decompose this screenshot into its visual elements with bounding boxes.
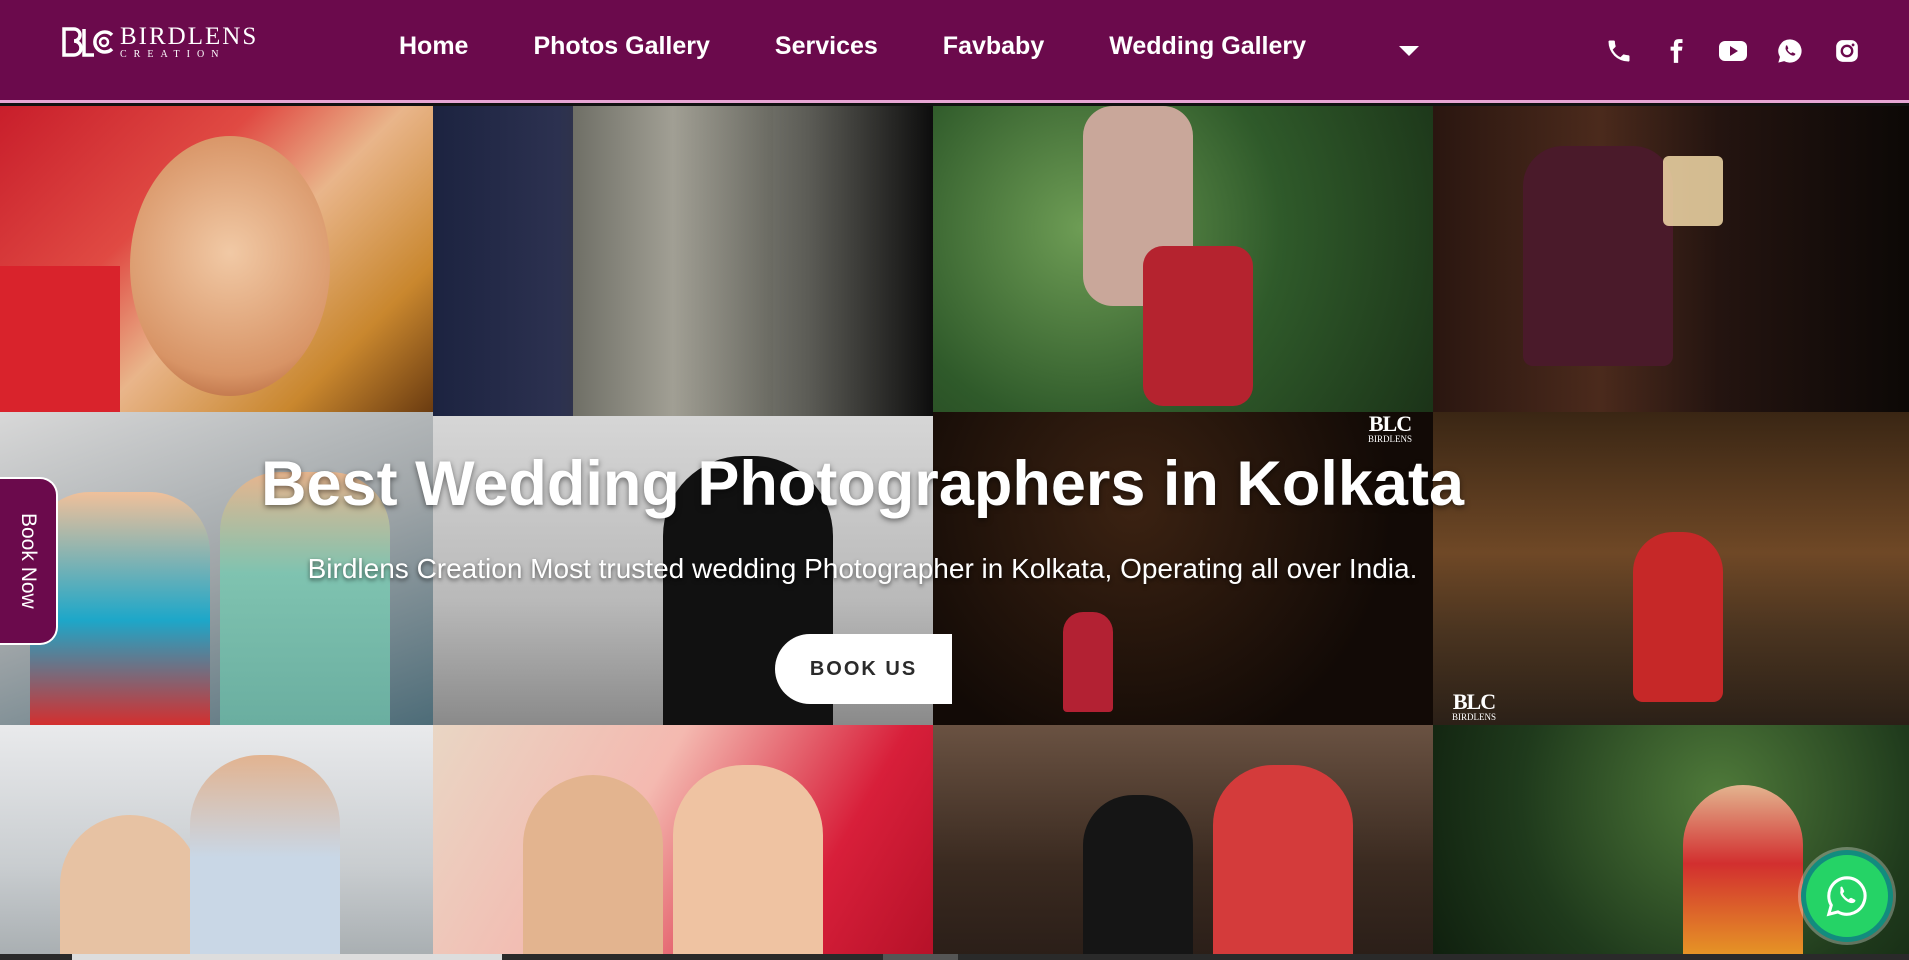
photo-couple-lily-pads[interactable] xyxy=(933,106,1433,412)
facebook-icon[interactable] xyxy=(1661,36,1691,66)
photo-couple-beach[interactable] xyxy=(0,725,433,960)
nav-home[interactable]: Home xyxy=(399,32,468,61)
photo-couple-heritage-interior[interactable] xyxy=(933,725,1433,960)
chevron-down-icon[interactable] xyxy=(1399,46,1419,56)
photo-couple-dinner[interactable] xyxy=(1433,106,1909,412)
hero-title: Best Wedding Photographers in Kolkata xyxy=(261,449,1464,519)
whatsapp-icon xyxy=(1826,876,1867,917)
social-links xyxy=(1577,36,1862,66)
brand-name: BIRDLENS xyxy=(120,23,259,50)
main-nav: Home Photos Gallery Services Favbaby Wed… xyxy=(399,32,1419,61)
phone-icon[interactable] xyxy=(1604,36,1634,66)
photo-grid: BLC BIRDLENS BLC BIRDLENS xyxy=(0,106,1909,960)
nav-photos-gallery[interactable]: Photos Gallery xyxy=(533,32,709,61)
logo-mark-icon xyxy=(60,25,116,59)
photo-bride-closeup[interactable] xyxy=(0,106,433,412)
nav-wedding-gallery[interactable]: Wedding Gallery xyxy=(1109,32,1306,61)
brand-subname: CREATION xyxy=(120,49,226,60)
book-now-label: Book Now xyxy=(17,513,40,609)
watermark-logo: BLC BIRDLENS xyxy=(1452,689,1497,722)
book-now-side-tab[interactable]: Book Now xyxy=(0,477,58,645)
nav-services[interactable]: Services xyxy=(775,32,878,61)
photo-groom-sherwani[interactable] xyxy=(433,106,933,416)
photo-wedding-ritual[interactable] xyxy=(433,725,933,960)
hero-subtitle: Birdlens Creation Most trusted wedding P… xyxy=(307,553,1418,584)
brand-logo[interactable]: BIRDLENS CREATION xyxy=(60,24,258,60)
site-header: BIRDLENS CREATION Home Photos Gallery Se… xyxy=(0,0,1909,103)
bottom-scroll-strip xyxy=(0,954,1909,960)
book-us-button[interactable]: BOOK US xyxy=(775,634,952,704)
nav-favbaby[interactable]: Favbaby xyxy=(943,32,1044,61)
youtube-icon[interactable] xyxy=(1718,36,1748,66)
whatsapp-icon[interactable] xyxy=(1775,36,1805,66)
instagram-icon[interactable] xyxy=(1832,36,1862,66)
watermark-logo: BLC BIRDLENS xyxy=(1368,411,1413,444)
whatsapp-float-button[interactable] xyxy=(1801,850,1893,942)
